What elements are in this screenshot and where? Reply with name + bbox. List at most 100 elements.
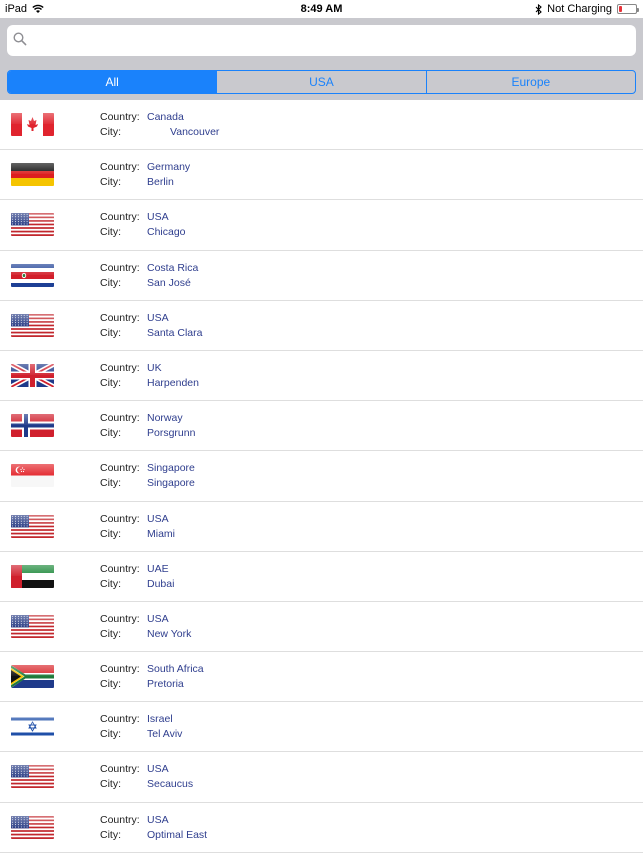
country-label: Country: bbox=[100, 261, 140, 274]
country-value: South Africa bbox=[147, 663, 204, 676]
segment-all[interactable]: All bbox=[8, 71, 218, 93]
list-item[interactable]: Country: USA City: Secaucus bbox=[0, 752, 643, 803]
city-value: Secaucus bbox=[147, 778, 194, 791]
segment-europe[interactable]: Europe bbox=[427, 71, 635, 93]
country-value: USA bbox=[147, 612, 169, 625]
uk-flag-icon bbox=[11, 363, 54, 387]
country-label: Country: bbox=[100, 311, 140, 324]
city-label: City: bbox=[100, 226, 121, 239]
country-label: Country: bbox=[100, 462, 140, 475]
search-icon bbox=[13, 32, 27, 46]
country-value: Singapore bbox=[147, 462, 195, 475]
search-input[interactable] bbox=[31, 25, 631, 56]
city-label: City: bbox=[100, 577, 121, 590]
city-value: Optimal East bbox=[147, 828, 208, 841]
country-value: Germany bbox=[147, 161, 191, 174]
list-item[interactable]: Country: USA City: New York bbox=[0, 602, 643, 653]
country-label: Country: bbox=[100, 361, 140, 374]
city-value: Santa Clara bbox=[147, 326, 203, 339]
segmented-control: All USA Europe bbox=[7, 70, 636, 94]
search-area: All USA Europe bbox=[0, 18, 643, 100]
germany-flag-icon bbox=[11, 163, 54, 187]
city-value: Singapore bbox=[147, 477, 195, 490]
country-label: Country: bbox=[100, 612, 140, 625]
country-label: Country: bbox=[100, 763, 140, 776]
city-value: Berlin bbox=[147, 176, 174, 189]
country-value: USA bbox=[147, 311, 169, 324]
usa-flag-icon bbox=[11, 514, 54, 538]
city-label: City: bbox=[100, 828, 121, 841]
list-item[interactable]: Country: Norway City: Porsgrunn bbox=[0, 401, 643, 452]
list-item[interactable]: Country: Israel City: Tel Aviv bbox=[0, 702, 643, 753]
city-label: City: bbox=[100, 627, 121, 640]
country-value: USA bbox=[147, 211, 169, 224]
city-label: City: bbox=[100, 126, 121, 138]
city-value: Harpenden bbox=[147, 376, 199, 389]
country-value: UK bbox=[147, 361, 162, 374]
country-label: Country: bbox=[100, 813, 140, 826]
country-label: Country: bbox=[100, 663, 140, 676]
country-label: Country: bbox=[100, 412, 140, 425]
list-item[interactable]: Country: USA City: Optimal East bbox=[0, 803, 643, 853]
country-value: Israel bbox=[147, 713, 173, 726]
city-label: City: bbox=[100, 176, 121, 189]
usa-flag-icon bbox=[11, 313, 54, 337]
country-label: Country: bbox=[100, 713, 140, 726]
country-value: USA bbox=[147, 763, 169, 776]
list-item[interactable]: Country: Costa Rica City: San José bbox=[0, 251, 643, 301]
bluetooth-icon bbox=[535, 3, 542, 15]
country-value: Norway bbox=[147, 412, 183, 425]
list-item[interactable]: Country: Germany City: Berlin bbox=[0, 150, 643, 201]
city-value: San José bbox=[147, 276, 191, 289]
charging-status: Not Charging bbox=[547, 3, 612, 15]
country-value: Canada bbox=[147, 111, 184, 123]
canada-flag-icon bbox=[11, 113, 54, 136]
city-value: Porsgrunn bbox=[147, 427, 196, 440]
city-label: City: bbox=[100, 778, 121, 791]
city-label: City: bbox=[100, 427, 121, 440]
uae-flag-icon bbox=[11, 564, 54, 588]
list-item[interactable]: Country: USA City: Miami bbox=[0, 502, 643, 552]
city-label: City: bbox=[100, 527, 121, 540]
status-right: Not Charging bbox=[535, 3, 639, 15]
costa-rica-flag-icon bbox=[11, 263, 54, 287]
search-bar[interactable] bbox=[7, 25, 636, 56]
list-item[interactable]: Country: USA City: Chicago bbox=[0, 200, 643, 251]
list-item[interactable]: Country: South Africa City: Pretoria bbox=[0, 652, 643, 703]
country-label: Country: bbox=[100, 211, 140, 224]
country-label: Country: bbox=[100, 111, 140, 123]
city-value: Chicago bbox=[147, 226, 186, 239]
city-label: City: bbox=[100, 477, 121, 490]
city-label: City: bbox=[100, 276, 121, 289]
city-label: City: bbox=[100, 678, 121, 691]
usa-flag-icon bbox=[11, 815, 54, 839]
city-label: City: bbox=[100, 376, 121, 389]
country-label: Country: bbox=[100, 562, 140, 575]
usa-flag-icon bbox=[11, 765, 54, 789]
city-label: City: bbox=[100, 728, 121, 741]
list-item[interactable]: Country: USA City: Santa Clara bbox=[0, 301, 643, 351]
city-value: New York bbox=[147, 627, 192, 640]
city-value: Pretoria bbox=[147, 678, 184, 691]
country-label: Country: bbox=[100, 512, 140, 525]
country-value: USA bbox=[147, 813, 169, 826]
country-value: UAE bbox=[147, 562, 169, 575]
list-item[interactable]: Country: UK City: Harpenden bbox=[0, 351, 643, 402]
city-value: Vancouver bbox=[170, 126, 220, 138]
segment-usa[interactable]: USA bbox=[217, 71, 427, 93]
list-item[interactable]: Country: Singapore City: Singapore bbox=[0, 451, 643, 502]
country-label: Country: bbox=[100, 161, 140, 174]
list-item[interactable]: Country: Canada City: Vancouver bbox=[0, 100, 643, 151]
usa-flag-icon bbox=[11, 614, 54, 638]
country-list: Country: Canada City: Vancouver Country: Germ… bbox=[0, 100, 643, 853]
list-item[interactable]: Country: UAE City: Dubai bbox=[0, 552, 643, 602]
battery-icon bbox=[617, 4, 639, 14]
israel-flag-icon bbox=[11, 715, 54, 739]
singapore-flag-icon bbox=[11, 464, 54, 488]
south-africa-flag-icon bbox=[11, 665, 54, 689]
usa-flag-icon bbox=[11, 213, 54, 237]
norway-flag-icon bbox=[11, 414, 54, 438]
country-value: USA bbox=[147, 512, 169, 525]
city-value: Dubai bbox=[147, 577, 175, 590]
city-label: City: bbox=[100, 326, 121, 339]
